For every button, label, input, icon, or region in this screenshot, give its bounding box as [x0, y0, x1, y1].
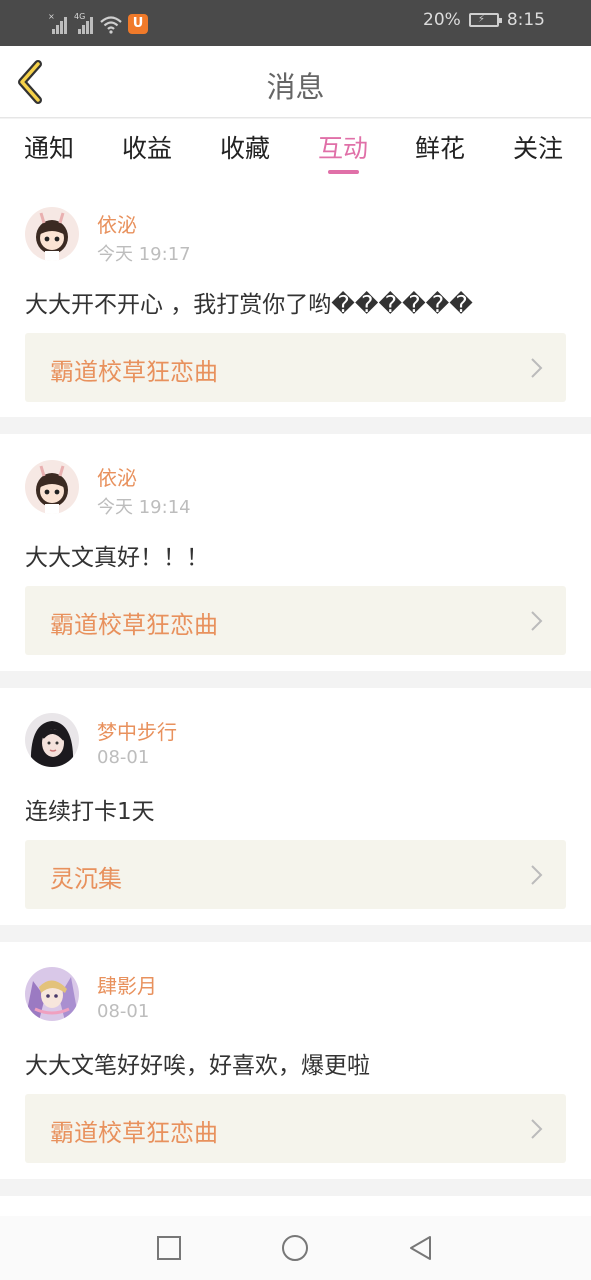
- book-link[interactable]: 灵沉集: [25, 840, 566, 909]
- book-link[interactable]: 霸道校草狂恋曲: [25, 333, 566, 402]
- avatar[interactable]: [25, 967, 79, 1021]
- message-time: 08-01: [97, 1001, 150, 1022]
- status-left: × 4G U: [48, 12, 148, 34]
- tab-notifications[interactable]: 通知: [24, 129, 74, 165]
- message-text: 大大开不开心 ，我打赏你了哟������: [25, 292, 473, 318]
- book-title: 灵沉集: [50, 865, 122, 893]
- signal-icon-sim2: 4G: [74, 12, 94, 34]
- username[interactable]: 依泌: [97, 209, 137, 238]
- username[interactable]: 梦中步行: [97, 716, 177, 745]
- tab-bar: 通知 收益 收藏 互动 鲜花 关注: [0, 119, 591, 181]
- message-time: 今天 19:17: [97, 244, 191, 265]
- avatar[interactable]: [25, 460, 79, 514]
- message-card-partial: [0, 1196, 591, 1216]
- active-tab-indicator: [328, 170, 359, 174]
- message-text: 大大文笔好好唉，好喜欢，爆更啦: [25, 1053, 370, 1079]
- message-card: 梦中步行 08-01 连续打卡1天 灵沉集: [0, 688, 591, 925]
- chevron-right-icon: [531, 865, 543, 885]
- book-title: 霸道校草狂恋曲: [50, 358, 218, 386]
- battery-percent: 20%: [423, 10, 461, 30]
- chevron-right-icon: [531, 358, 543, 378]
- home-icon[interactable]: [281, 1234, 309, 1262]
- wifi-icon: [100, 16, 122, 34]
- page-title: 消息: [266, 70, 325, 104]
- username[interactable]: 肆影月: [97, 970, 157, 999]
- tab-earnings[interactable]: 收益: [122, 129, 172, 165]
- app-header: 消息: [0, 46, 591, 118]
- avatar[interactable]: [25, 713, 79, 767]
- system-nav-bar: [0, 1216, 591, 1280]
- book-link[interactable]: 霸道校草狂恋曲: [25, 586, 566, 655]
- battery-icon: ⚡: [468, 13, 502, 27]
- clock: 8:15: [506, 10, 545, 30]
- username[interactable]: 依泌: [97, 462, 137, 491]
- book-title: 霸道校草狂恋曲: [50, 611, 218, 639]
- message-card: 依泌 今天 19:14 大大文真好！！！ 霸道校草狂恋曲: [0, 434, 591, 671]
- message-card: 肆影月 08-01 大大文笔好好唉，好喜欢，爆更啦 霸道校草狂恋曲: [0, 942, 591, 1179]
- message-text: 大大文真好！！！: [25, 545, 209, 571]
- status-right: 20% ⚡ 8:15: [423, 10, 545, 30]
- app-notification-icon: U: [128, 14, 148, 34]
- book-title: 霸道校草狂恋曲: [50, 1119, 218, 1147]
- recent-apps-icon[interactable]: [155, 1234, 183, 1262]
- status-bar: × 4G U 20% ⚡ 8:15: [0, 0, 591, 46]
- message-time: 今天 19:14: [97, 497, 191, 518]
- chevron-right-icon: [531, 611, 543, 631]
- tab-following[interactable]: 关注: [513, 129, 563, 165]
- tab-favorites[interactable]: 收藏: [220, 129, 270, 165]
- tab-interactions[interactable]: 互动: [318, 129, 368, 165]
- message-card: 依泌 今天 19:17 大大开不开心 ，我打赏你了哟������ 霸道校草狂恋曲: [0, 181, 591, 417]
- tab-flowers[interactable]: 鲜花: [415, 129, 465, 165]
- chevron-right-icon: [531, 1119, 543, 1139]
- message-text: 连续打卡1天: [25, 799, 155, 825]
- message-time: 08-01: [97, 747, 150, 768]
- signal-icon-sim1: ×: [48, 12, 68, 34]
- avatar[interactable]: [25, 207, 79, 261]
- book-link[interactable]: 霸道校草狂恋曲: [25, 1094, 566, 1163]
- back-triangle-icon[interactable]: [407, 1234, 435, 1262]
